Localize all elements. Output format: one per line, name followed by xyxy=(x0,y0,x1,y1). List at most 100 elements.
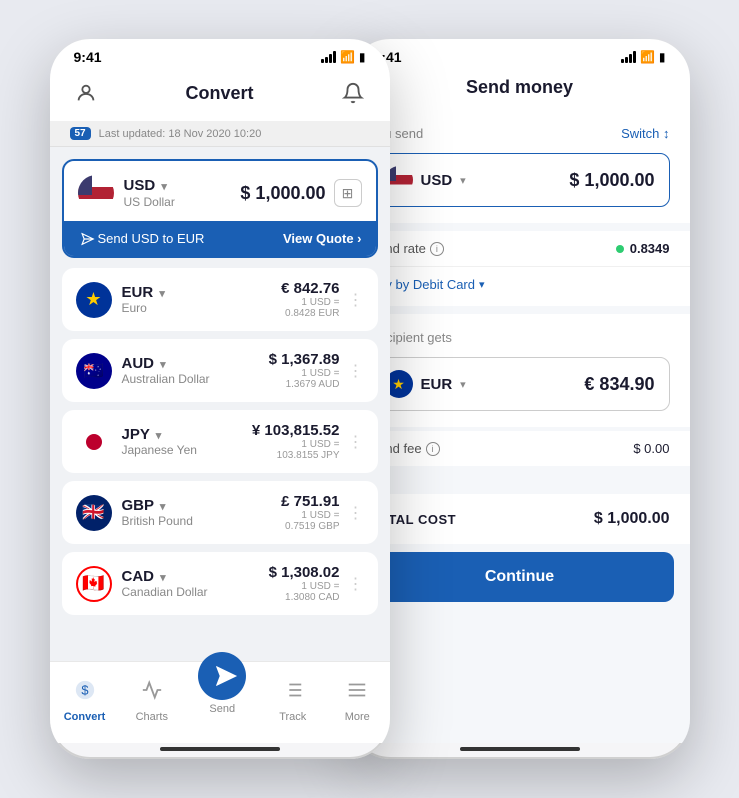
left-phone: 9:41 📶 ▮ Convert xyxy=(50,39,390,759)
aud-right: $ 1,367.89 1 USD =1.3679 AUD ⋮ xyxy=(269,351,364,390)
eur-selector[interactable]: ★ EUR ▾ xyxy=(385,370,466,398)
track-nav-icon xyxy=(275,672,311,708)
usd-flag xyxy=(78,175,114,211)
gbp-info: GBP ▾ British Pound xyxy=(122,497,193,528)
cad-code[interactable]: CAD ▾ xyxy=(122,568,208,585)
gbp-rate: 1 USD =0.7519 GBP xyxy=(281,510,339,532)
more-dots-aud[interactable]: ⋮ xyxy=(348,361,364,381)
send-money-content: You send Switch ↕ USD ▾ $ 1,000.00 Send … xyxy=(350,110,690,743)
right-phone: 9:41 📶 ▮ Send money Y xyxy=(350,39,690,759)
jpy-name: Japanese Yen xyxy=(122,443,197,457)
you-send-section: You send Switch ↕ USD ▾ $ 1,000.00 xyxy=(350,110,690,223)
nav-item-convert[interactable]: $ Convert xyxy=(64,672,106,723)
chevron-down-icon[interactable]: ▾ xyxy=(160,501,166,513)
signal-bar-1 xyxy=(321,59,324,63)
chevron-down-icon[interactable]: ▾ xyxy=(160,359,166,371)
update-badge: 57 xyxy=(70,127,91,140)
more-dots-jpy[interactable]: ⋮ xyxy=(348,432,364,452)
more-dots-gbp[interactable]: ⋮ xyxy=(348,503,364,523)
list-item[interactable]: 🇨🇦 CAD ▾ Canadian Dollar $ 1,308.02 1 US… xyxy=(62,552,378,615)
switch-button[interactable]: Switch ↕ xyxy=(621,126,669,141)
you-send-label-row: You send Switch ↕ xyxy=(370,126,670,141)
eur-name: Euro xyxy=(122,301,165,315)
jpy-amount-col: ¥ 103,815.52 1 USD =103.8155 JPY xyxy=(252,422,340,461)
base-amount-area: $ 1,000.00 ⊞ xyxy=(240,179,361,207)
bell-icon[interactable] xyxy=(337,77,369,109)
base-currency-code[interactable]: USD ▾ xyxy=(124,177,167,194)
aud-currency-left: 🇦🇺 AUD ▾ Australian Dollar xyxy=(76,353,210,389)
nav-item-track[interactable]: Track xyxy=(275,672,311,723)
recipient-label-row: Recipient gets xyxy=(370,330,670,345)
aud-name: Australian Dollar xyxy=(122,372,210,386)
send-nav-icon[interactable] xyxy=(198,652,246,700)
pay-by-row[interactable]: Pay by Debit Card ▾ xyxy=(350,266,690,306)
chevron-down-icon[interactable]: ▾ xyxy=(160,572,166,584)
nav-item-send[interactable]: Send xyxy=(198,672,246,723)
nav-label-more: More xyxy=(345,711,370,723)
jpy-currency-left: JPY ▾ Japanese Yen xyxy=(76,424,197,460)
nav-item-more[interactable]: More xyxy=(339,672,375,723)
eur-flag: ★ xyxy=(76,282,112,318)
chevron-down-icon[interactable]: ▾ xyxy=(460,174,466,187)
cad-info: CAD ▾ Canadian Dollar xyxy=(122,568,208,599)
jpy-code[interactable]: JPY ▾ xyxy=(122,426,197,443)
list-item[interactable]: ★ EUR ▾ Euro € 842.76 1 USD =0.8428 EUR … xyxy=(62,268,378,331)
last-updated-bar: 57 Last updated: 18 Nov 2020 10:20 xyxy=(50,121,390,147)
home-indicator-right xyxy=(460,747,580,751)
chevron-down-icon[interactable]: ▾ xyxy=(161,181,167,193)
chevron-down-icon[interactable]: ▾ xyxy=(479,278,485,291)
info-icon-fee[interactable]: i xyxy=(426,442,440,456)
wifi-icon: 📶 xyxy=(340,50,355,64)
list-item[interactable]: JPY ▾ Japanese Yen ¥ 103,815.52 1 USD =1… xyxy=(62,410,378,473)
status-time-left: 9:41 xyxy=(74,49,102,65)
cad-right: $ 1,308.02 1 USD =1.3080 CAD ⋮ xyxy=(269,564,364,603)
status-icons-right: 📶 ▮ xyxy=(621,50,666,64)
recipient-input-row[interactable]: ★ EUR ▾ € 834.90 xyxy=(370,357,670,411)
nav-label-send: Send xyxy=(209,703,235,715)
view-quote-button[interactable]: View Quote › xyxy=(283,231,362,246)
base-currency-name: US Dollar xyxy=(124,195,175,209)
home-indicator-left xyxy=(160,747,280,751)
signal-bars xyxy=(321,51,336,63)
recipient-section: Recipient gets ★ EUR ▾ € 834.90 xyxy=(350,314,690,427)
jpy-flag xyxy=(76,424,112,460)
jpy-right: ¥ 103,815.52 1 USD =103.8155 JPY ⋮ xyxy=(252,422,364,461)
base-amount: $ 1,000.00 xyxy=(240,183,325,204)
chevron-down-icon[interactable]: ▾ xyxy=(156,430,162,442)
calculator-icon[interactable]: ⊞ xyxy=(334,179,362,207)
chevron-down-icon[interactable]: ▾ xyxy=(460,378,466,391)
total-cost-bar: TOTAL COST $ 1,000.00 xyxy=(350,494,690,544)
eur-rate: 1 USD =0.8428 EUR xyxy=(281,297,339,319)
app-header-right: Send money xyxy=(350,69,690,110)
gbp-code[interactable]: GBP ▾ xyxy=(122,497,193,514)
jpy-rate: 1 USD =103.8155 JPY xyxy=(252,439,340,461)
chevron-down-icon[interactable]: ▾ xyxy=(159,288,165,300)
user-icon[interactable] xyxy=(70,77,102,109)
list-item[interactable]: 🇬🇧 GBP ▾ British Pound £ 751.91 1 USD =0… xyxy=(62,481,378,544)
aud-rate: 1 USD =1.3679 AUD xyxy=(269,368,340,390)
gbp-amount: £ 751.91 xyxy=(281,493,339,510)
main-content-left: USD ▾ US Dollar $ 1,000.00 ⊞ xyxy=(50,147,390,661)
list-item[interactable]: 🇦🇺 AUD ▾ Australian Dollar $ 1,367.89 1 … xyxy=(62,339,378,402)
info-icon-rate[interactable]: i xyxy=(430,242,444,256)
green-dot-indicator xyxy=(616,245,624,253)
battery-icon-right: ▮ xyxy=(659,50,666,64)
cad-name: Canadian Dollar xyxy=(122,585,208,599)
you-send-input-row[interactable]: USD ▾ $ 1,000.00 xyxy=(370,153,670,207)
jpy-info: JPY ▾ Japanese Yen xyxy=(122,426,197,457)
usd-selector[interactable]: USD ▾ xyxy=(385,166,466,194)
send-button-row[interactable]: Send USD to EUR View Quote › xyxy=(64,221,376,256)
more-dots-eur[interactable]: ⋮ xyxy=(348,290,364,310)
charts-nav-icon xyxy=(134,672,170,708)
continue-button[interactable]: Continue xyxy=(366,552,674,602)
gbp-amount-col: £ 751.91 1 USD =0.7519 GBP xyxy=(281,493,339,532)
signal-bar-r1 xyxy=(621,59,624,63)
you-send-amount: $ 1,000.00 xyxy=(569,170,654,191)
send-rate-value: 0.8349 xyxy=(630,241,670,256)
eur-code[interactable]: EUR ▾ xyxy=(122,284,165,301)
aud-code[interactable]: AUD ▾ xyxy=(122,355,210,372)
signal-bar-3 xyxy=(329,54,332,63)
more-dots-cad[interactable]: ⋮ xyxy=(348,574,364,594)
eur-selector-text: EUR xyxy=(421,376,453,393)
nav-item-charts[interactable]: Charts xyxy=(134,672,170,723)
